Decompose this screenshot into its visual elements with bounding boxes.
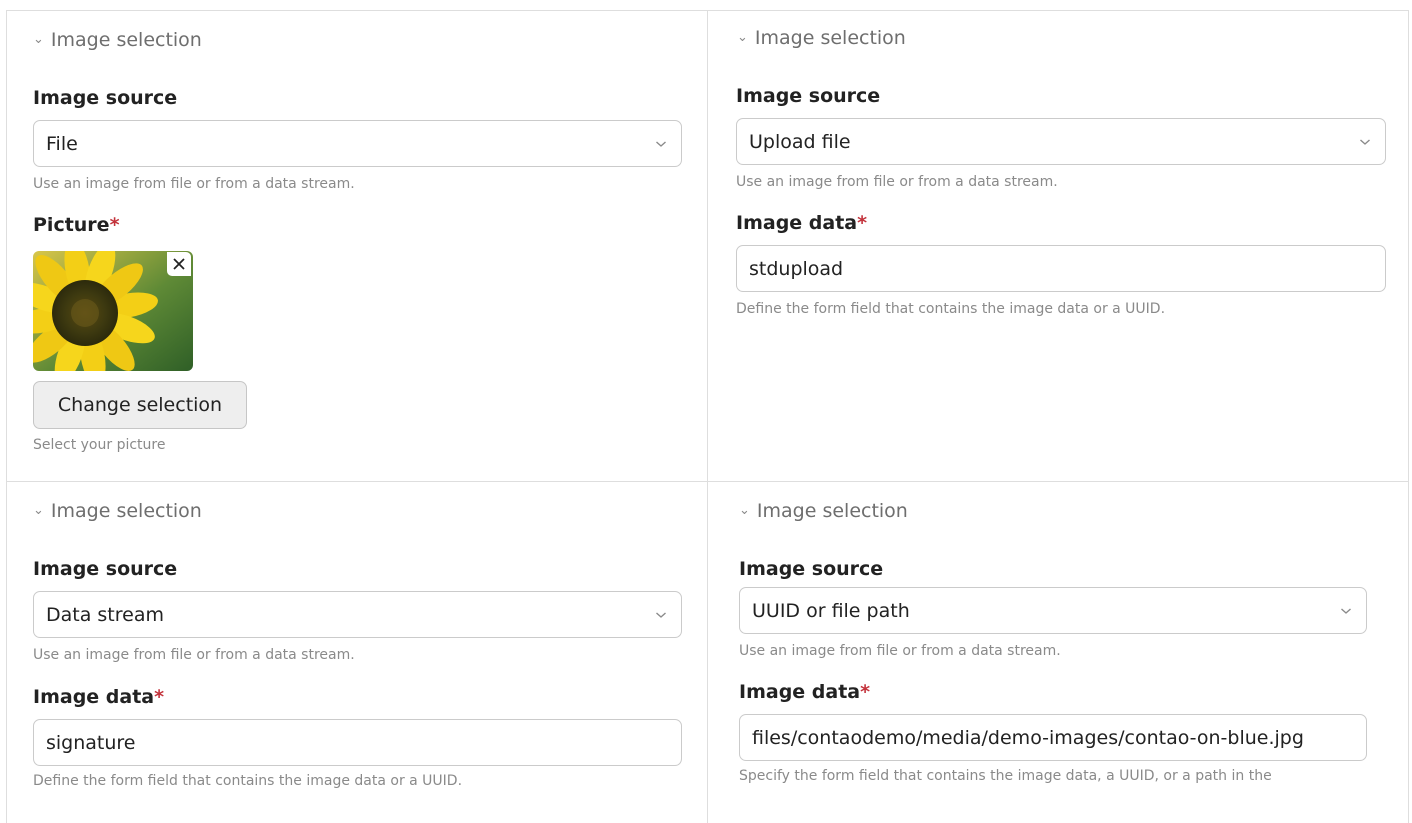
image-selection-grid: ⌄ Image selection Image source File Use … (0, 0, 1412, 823)
fieldset-legend-label: Image selection (50, 500, 202, 522)
image-data-input[interactable]: files/contaodemo/media/demo-images/conta… (739, 714, 1367, 761)
fieldset-legend-toggle[interactable]: ⌄ Image selection (33, 29, 202, 51)
image-data-label: Image data* (739, 681, 870, 703)
required-marker: * (154, 686, 165, 708)
picture-label-text: Picture (33, 214, 110, 236)
image-source-label: Image source (33, 87, 177, 109)
image-source-select[interactable]: Upload file (736, 118, 1386, 165)
chevron-down-icon: ⌄ (737, 29, 748, 45)
image-data-label: Image data* (33, 686, 164, 708)
chevron-down-icon (656, 140, 666, 147)
grid-border-right (1408, 10, 1409, 823)
image-source-label-text: Image source (33, 87, 178, 109)
image-source-help: Use an image from file or from a data st… (33, 176, 355, 192)
chevron-down-icon (656, 611, 666, 618)
image-source-selected-value: Data stream (46, 603, 164, 626)
image-data-input[interactable]: signature (33, 719, 682, 766)
image-source-select[interactable]: File (33, 120, 682, 167)
image-data-help: Define the form field that contains the … (736, 301, 1166, 317)
image-data-label-text: Image data (33, 686, 155, 708)
chevron-down-icon: ⌄ (739, 502, 750, 518)
image-source-help: Use an image from file or from a data st… (736, 174, 1058, 190)
grid-border-left (6, 10, 7, 823)
image-source-select[interactable]: Data stream (33, 591, 682, 638)
image-source-label: Image source (33, 558, 177, 580)
fieldset-legend-toggle[interactable]: ⌄ Image selection (33, 500, 202, 522)
fieldset-legend-label: Image selection (50, 29, 202, 51)
fieldset-legend-label: Image selection (754, 27, 906, 49)
image-source-selected-value: File (46, 132, 78, 155)
picture-help: Select your picture (33, 437, 166, 453)
image-data-value: signature (46, 731, 136, 754)
grid-divider-horizontal (6, 481, 1408, 482)
fieldset-legend-toggle[interactable]: ⌄ Image selection (739, 500, 908, 522)
image-source-select[interactable]: UUID or file path (739, 587, 1367, 634)
image-source-label-text: Image source (739, 558, 884, 580)
image-source-selected-value: UUID or file path (752, 599, 910, 622)
image-source-help: Use an image from file or from a data st… (739, 643, 1061, 659)
chevron-down-icon: ⌄ (33, 502, 44, 518)
remove-picture-button[interactable] (167, 252, 191, 276)
chevron-down-icon (1341, 607, 1351, 614)
image-data-label: Image data* (736, 212, 867, 234)
close-icon (173, 258, 185, 270)
required-marker: * (860, 681, 871, 703)
image-source-help: Use an image from file or from a data st… (33, 647, 355, 663)
image-data-label-text: Image data (736, 212, 858, 234)
chevron-down-icon (1360, 138, 1370, 145)
image-data-help: Specify the form field that contains the… (739, 768, 1272, 784)
image-source-label: Image source (736, 85, 880, 107)
image-data-value: stdupload (749, 257, 844, 280)
image-source-label-text: Image source (736, 85, 881, 107)
fieldset-legend-label: Image selection (756, 500, 908, 522)
image-source-label-text: Image source (33, 558, 178, 580)
image-source-selected-value: Upload file (749, 130, 851, 153)
change-selection-button[interactable]: Change selection (33, 381, 247, 429)
image-data-value: files/contaodemo/media/demo-images/conta… (752, 726, 1304, 749)
required-marker: * (857, 212, 868, 234)
chevron-down-icon: ⌄ (33, 31, 44, 47)
picture-label: Picture* (33, 214, 120, 236)
image-source-label: Image source (739, 558, 883, 580)
image-data-help: Define the form field that contains the … (33, 773, 463, 789)
fieldset-legend-toggle[interactable]: ⌄ Image selection (737, 27, 906, 49)
image-data-input[interactable]: stdupload (736, 245, 1386, 292)
grid-divider-vertical (707, 10, 708, 823)
image-data-label-text: Image data (739, 681, 861, 703)
required-marker: * (109, 214, 120, 236)
